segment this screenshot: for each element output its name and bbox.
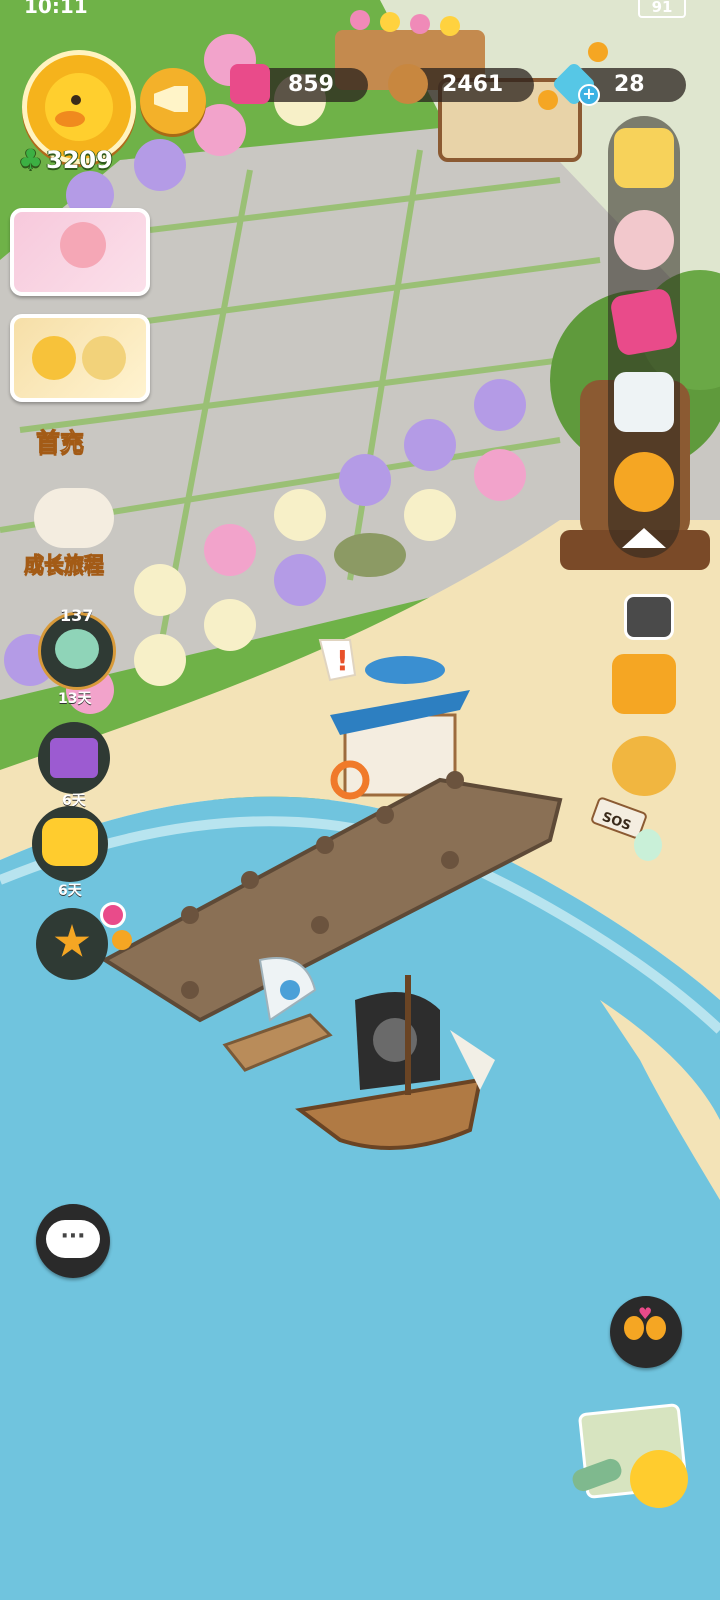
growth-journey-button[interactable]: 成长旅程 (24, 548, 105, 577)
golden-ticket-icon (42, 818, 98, 866)
collapse-menu-button[interactable] (622, 528, 666, 548)
add-gems-button[interactable]: + (578, 84, 600, 106)
duck-avatar-icon (45, 73, 113, 141)
duck-character[interactable] (588, 42, 608, 62)
mossy-rock (334, 533, 406, 577)
flour-count: 859 (288, 72, 334, 97)
camera-icon[interactable] (624, 594, 674, 640)
duck-character[interactable] (112, 930, 132, 950)
wood-resource-bar[interactable]: 2461 (388, 64, 534, 104)
wood-count: 2461 (442, 72, 504, 97)
announcement-button[interactable] (140, 68, 206, 134)
first-recharge-button[interactable]: 首充 (36, 422, 85, 457)
gem-resource-bar[interactable]: + 28 (551, 61, 686, 107)
notification-dot (100, 902, 126, 928)
flour-resource-bar[interactable]: 859 (230, 64, 368, 104)
status-bar: 10:11 91 (0, 0, 720, 22)
clover-icon: ♣ (18, 143, 44, 176)
gift-box-icon (50, 738, 98, 778)
gift-pack-button[interactable] (38, 722, 110, 794)
event-banner-duck[interactable] (10, 314, 150, 402)
world-map-button[interactable] (569, 1402, 692, 1528)
duck-pilot-icon (32, 336, 76, 380)
event-item-count: 137 (60, 606, 94, 625)
megaphone-icon (154, 86, 188, 112)
ticket-button[interactable] (32, 806, 108, 882)
task-button[interactable] (36, 908, 108, 980)
chat-button[interactable]: ··· (36, 1204, 110, 1278)
pink-jar-icon (230, 64, 270, 104)
album-book-icon[interactable] (609, 287, 679, 357)
wood-log-icon (388, 64, 428, 104)
event-days-left: 13天 (58, 691, 92, 707)
friends-icon[interactable] (614, 210, 674, 270)
heart-icon: ♥ (638, 1304, 653, 1323)
social-hearts-button[interactable]: ♥ (610, 1296, 682, 1368)
teapot-icon (55, 629, 99, 669)
duck-explorer-icon (630, 1450, 688, 1508)
chat-bubble-icon: ··· (46, 1220, 100, 1258)
ticket-days-left: 6天 (58, 883, 82, 899)
growth-journey-icon (34, 488, 114, 548)
shop-chest-icon[interactable] (614, 128, 674, 188)
svg-text:!: ! (336, 644, 349, 677)
duck-goggles-icon (82, 336, 126, 380)
clover-counter: ♣ 3209 (18, 143, 113, 176)
phone-swap-icon[interactable] (612, 654, 676, 714)
gem-count: 28 (614, 72, 645, 97)
right-side-menu (608, 116, 680, 558)
character-portrait-icon (60, 222, 106, 268)
backpack-icon[interactable] (612, 736, 676, 796)
duck-wand-icon[interactable] (614, 452, 674, 512)
clover-count-value: 3209 (46, 146, 113, 174)
event-banner-pink[interactable] (10, 208, 150, 296)
clock: 10:11 (24, 0, 88, 18)
duck-character[interactable] (538, 90, 558, 110)
star-icon (54, 924, 90, 957)
remote-control-icon[interactable] (614, 372, 674, 432)
battery-indicator: 91 (638, 0, 686, 18)
